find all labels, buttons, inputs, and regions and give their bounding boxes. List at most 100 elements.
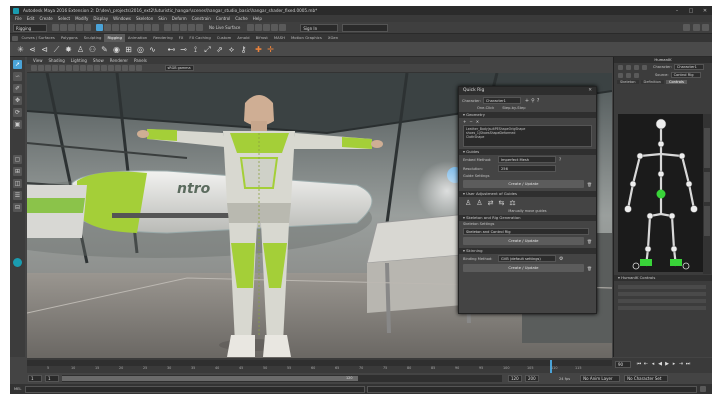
viewport-menu-renderer[interactable]: Renderer — [110, 58, 128, 63]
range-handle[interactable] — [62, 376, 358, 381]
hik-tab-skeleton[interactable]: Skeleton — [617, 80, 639, 84]
lattice-icon[interactable]: ⊞ — [124, 45, 133, 54]
locator-icon[interactable]: ✚ — [254, 45, 263, 54]
command-language-toggle[interactable]: MEL — [14, 387, 21, 391]
viewport-menu-show[interactable]: Show — [93, 58, 104, 63]
parent-constraint-icon[interactable]: ⊷ — [167, 45, 176, 54]
menu-set-dropdown[interactable]: Rigging — [13, 23, 47, 32]
shelf-tab-xgen[interactable]: XGen — [325, 34, 341, 42]
four-view-icon[interactable]: ⊞ — [13, 167, 22, 176]
joint-tool-icon[interactable]: ✳ — [16, 45, 25, 54]
embed-method-dropdown[interactable]: Imperfect Mesh — [498, 156, 556, 163]
two-view-icon[interactable]: ◫ — [13, 179, 22, 188]
undo-icon[interactable] — [75, 23, 83, 31]
viewport-menu-shading[interactable]: Shading — [49, 58, 65, 63]
create-guides-button[interactable]: Create / Update — [463, 180, 584, 188]
image-plane-icon[interactable] — [52, 65, 58, 71]
lasso-tool-icon[interactable]: ∽ — [13, 72, 22, 81]
resolution-dropdown[interactable]: 256 — [498, 165, 556, 172]
hik-body-part-icon[interactable] — [625, 72, 631, 78]
scale-tool-icon[interactable]: ▣ — [13, 120, 22, 129]
insert-joint-icon[interactable]: ⟋ — [52, 45, 61, 54]
range-end-field[interactable]: 120 — [508, 375, 522, 382]
make-live-icon[interactable] — [195, 23, 203, 31]
orient-constraint-icon[interactable]: ⟟ — [191, 45, 200, 54]
shelf-tab-animation[interactable]: Animation — [125, 34, 150, 42]
script-editor-icon[interactable] — [700, 386, 707, 392]
select-right-guides-icon[interactable]: ♙ — [476, 199, 482, 207]
point-constraint-icon[interactable]: ⊸ — [179, 45, 188, 54]
geometry-list[interactable]: Leather_Body|suitPEShapeOrigShape shoes_… — [463, 125, 592, 147]
scale-constraint-icon[interactable]: ⤢ — [203, 45, 212, 54]
hik-pin-icon[interactable] — [641, 64, 647, 70]
hik-full-body-icon[interactable] — [617, 72, 623, 78]
ambient-occlusion-icon[interactable] — [115, 65, 121, 71]
paint-select-icon[interactable]: ✐ — [13, 84, 22, 93]
set-driven-key-icon[interactable]: ⚷ — [239, 45, 248, 54]
paint-weights-icon[interactable]: ✎ — [100, 45, 109, 54]
mask-icon[interactable] — [119, 23, 127, 31]
select-component-icon[interactable] — [111, 23, 119, 31]
start-time-field[interactable]: 1 — [28, 375, 42, 382]
menu-edit[interactable]: Edit — [27, 16, 35, 21]
ik-spline-icon[interactable]: ⊲ — [40, 45, 49, 54]
channel-box-tab[interactable] — [704, 206, 710, 236]
delete-skin-icon[interactable]: 🗑 — [587, 266, 592, 271]
menu-control[interactable]: Control — [216, 16, 230, 21]
snap-view-icon[interactable] — [187, 23, 195, 31]
hik-tab-controls[interactable]: Controls — [665, 80, 687, 84]
toggle-panel-icon[interactable] — [692, 24, 700, 31]
menu-select[interactable]: Select — [58, 16, 70, 21]
smooth-shade-icon[interactable] — [87, 65, 93, 71]
menu-help[interactable]: Help — [253, 16, 262, 21]
guide-settings-toggle[interactable]: Guide Settings — [463, 174, 489, 178]
end-time-field[interactable]: 200 — [525, 375, 539, 382]
redo-icon[interactable] — [83, 23, 91, 31]
grid-icon[interactable] — [59, 65, 65, 71]
shadows-icon[interactable] — [108, 65, 114, 71]
current-frame-field[interactable]: 90 — [615, 361, 631, 368]
shelf-tab-sculpting[interactable]: Sculpting — [81, 34, 105, 42]
menu-deform[interactable]: Deform — [172, 16, 187, 21]
time-slider[interactable]: 5 10 15 20 25 30 35 40 45 50 55 60 65 70 75 80 85 90 95 100… — [27, 358, 712, 373]
go-to-start-icon[interactable]: ⏮ — [636, 361, 642, 367]
range-start-field[interactable]: 1 — [45, 375, 59, 382]
menu-file[interactable]: File — [15, 16, 22, 21]
help-icon[interactable]: ? — [537, 98, 540, 104]
mask-curves-icon[interactable] — [127, 23, 135, 31]
control-row[interactable] — [618, 306, 706, 310]
hik-edit-icon[interactable] — [625, 64, 631, 70]
shelf-tab-mash[interactable]: MASH — [271, 34, 288, 42]
menu-display[interactable]: Display — [93, 16, 108, 21]
shelf-tab-fx-caching[interactable]: FX Caching — [186, 34, 213, 42]
aim-constraint-icon[interactable]: ⇗ — [215, 45, 224, 54]
close-button[interactable]: ✕ — [698, 8, 712, 14]
maya-hub-icon[interactable] — [13, 258, 22, 267]
play-backwards-icon[interactable]: ◀ — [657, 361, 663, 367]
binding-method-dropdown[interactable]: GVB (default settings) — [498, 255, 556, 262]
hik-start-icon[interactable] — [617, 64, 623, 70]
viewport-menu-view[interactable]: View — [33, 58, 43, 63]
cluster-icon[interactable]: ◎ — [136, 45, 145, 54]
mirror-left-icon[interactable]: ⇄ — [488, 199, 494, 207]
camera-lock-icon[interactable] — [38, 65, 44, 71]
menu-cache[interactable]: Cache — [235, 16, 247, 21]
time-track[interactable] — [27, 360, 612, 366]
shelf-tab-rigging[interactable]: Rigging — [104, 34, 125, 42]
menu-create[interactable]: Create — [39, 16, 52, 21]
quick-rig-character-dropdown[interactable]: Character1 — [482, 97, 521, 104]
hik-selection-icon[interactable] — [633, 72, 639, 78]
hik-key-icon[interactable] — [633, 64, 639, 70]
step-by-step-radio[interactable]: Step-by-Step — [502, 106, 525, 110]
sign-in-button[interactable]: Sign In — [300, 23, 339, 32]
save-scene-icon[interactable] — [67, 23, 75, 31]
pole-vector-icon[interactable]: ⟡ — [227, 45, 236, 54]
shelf-tab-arnold[interactable]: Arnold — [234, 34, 252, 42]
color-space-dropdown[interactable]: sRGB gamma — [164, 65, 194, 71]
open-scene-icon[interactable] — [59, 23, 67, 31]
menu-skin[interactable]: Skin — [158, 16, 167, 21]
lights-icon[interactable] — [101, 65, 107, 71]
step-forward-key-icon[interactable]: ⇥ — [678, 361, 684, 367]
anim-layer-dropdown[interactable]: No Anim Layer — [580, 375, 621, 382]
menu-windows[interactable]: Windows — [113, 16, 131, 21]
